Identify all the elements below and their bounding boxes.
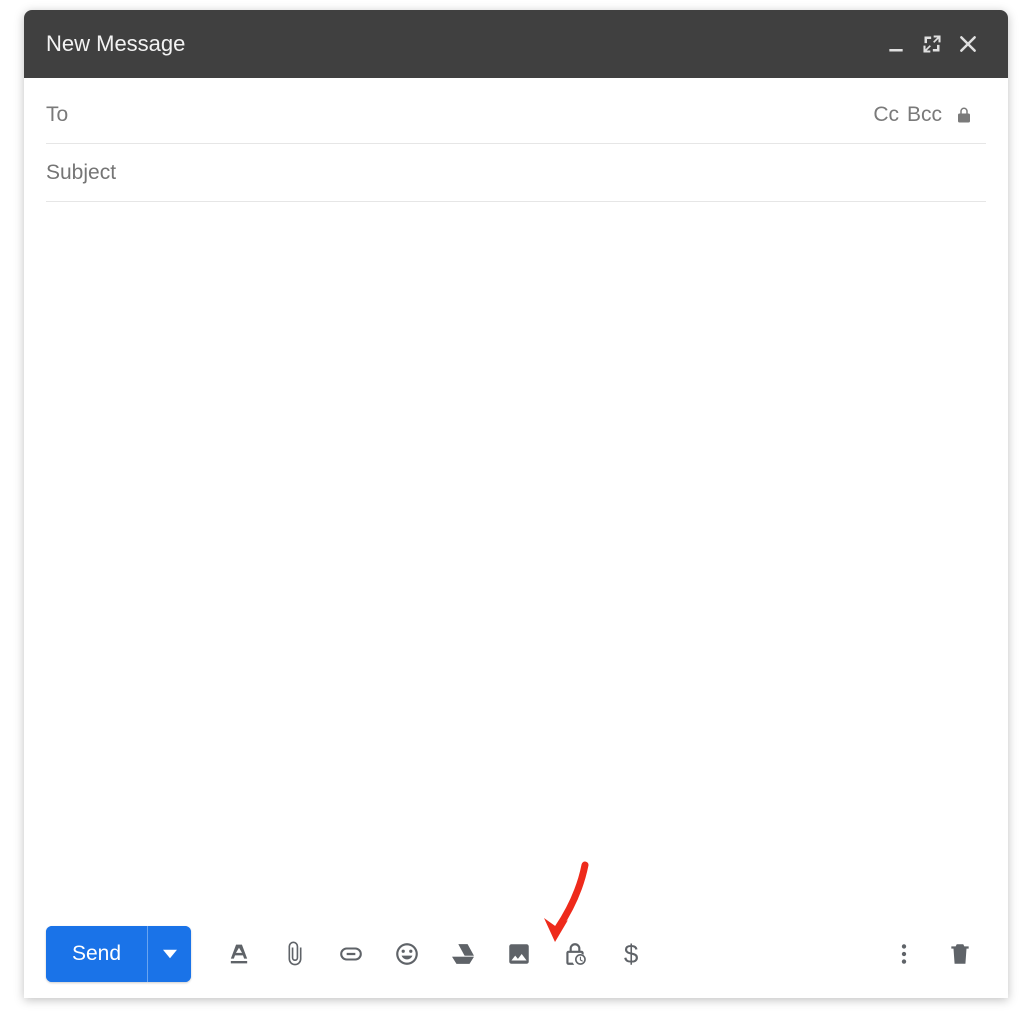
send-money-button[interactable]: $ bbox=[605, 928, 657, 980]
drive-icon bbox=[450, 941, 476, 967]
message-body-input[interactable] bbox=[46, 214, 986, 898]
send-button[interactable]: Send bbox=[46, 926, 147, 982]
more-options-button[interactable] bbox=[878, 928, 930, 980]
confidential-mode-button[interactable] bbox=[549, 928, 601, 980]
caret-down-icon bbox=[163, 947, 177, 961]
insert-emoji-button[interactable] bbox=[381, 928, 433, 980]
insert-drive-button[interactable] bbox=[437, 928, 489, 980]
attach-button[interactable] bbox=[269, 928, 321, 980]
confidential-lock-button[interactable] bbox=[942, 106, 986, 124]
to-row[interactable]: To Cc Bcc bbox=[46, 86, 986, 144]
insert-photo-button[interactable] bbox=[493, 928, 545, 980]
confidential-clock-icon bbox=[562, 941, 588, 967]
close-icon bbox=[958, 34, 978, 54]
send-options-dropdown[interactable] bbox=[147, 926, 191, 982]
expand-icon bbox=[922, 34, 942, 54]
text-format-icon bbox=[225, 940, 253, 968]
paperclip-icon bbox=[282, 941, 308, 967]
titlebar: New Message bbox=[24, 10, 1008, 78]
send-button-group: Send bbox=[46, 926, 191, 982]
image-icon bbox=[506, 941, 532, 967]
emoji-icon bbox=[394, 941, 420, 967]
message-body-area[interactable] bbox=[24, 202, 1008, 910]
compose-window: New Message To Cc Bcc bbox=[24, 10, 1008, 998]
bcc-button[interactable]: Bcc bbox=[907, 103, 942, 127]
close-button[interactable] bbox=[950, 26, 986, 62]
window-title: New Message bbox=[46, 31, 878, 57]
subject-row[interactable] bbox=[46, 144, 986, 202]
insert-link-button[interactable] bbox=[325, 928, 377, 980]
lock-icon bbox=[955, 106, 973, 124]
link-icon bbox=[338, 941, 364, 967]
cc-button[interactable]: Cc bbox=[873, 103, 899, 127]
subject-input[interactable] bbox=[46, 161, 986, 185]
trash-icon bbox=[947, 941, 973, 967]
compose-toolbar: Send bbox=[24, 910, 1008, 998]
fullscreen-button[interactable] bbox=[914, 26, 950, 62]
minimize-icon bbox=[886, 34, 906, 54]
more-vert-icon bbox=[891, 941, 917, 967]
header-fields: To Cc Bcc bbox=[24, 78, 1008, 202]
discard-draft-button[interactable] bbox=[934, 928, 986, 980]
formatting-button[interactable] bbox=[213, 928, 265, 980]
dollar-icon: $ bbox=[624, 939, 638, 970]
minimize-button[interactable] bbox=[878, 26, 914, 62]
to-label: To bbox=[46, 103, 68, 127]
